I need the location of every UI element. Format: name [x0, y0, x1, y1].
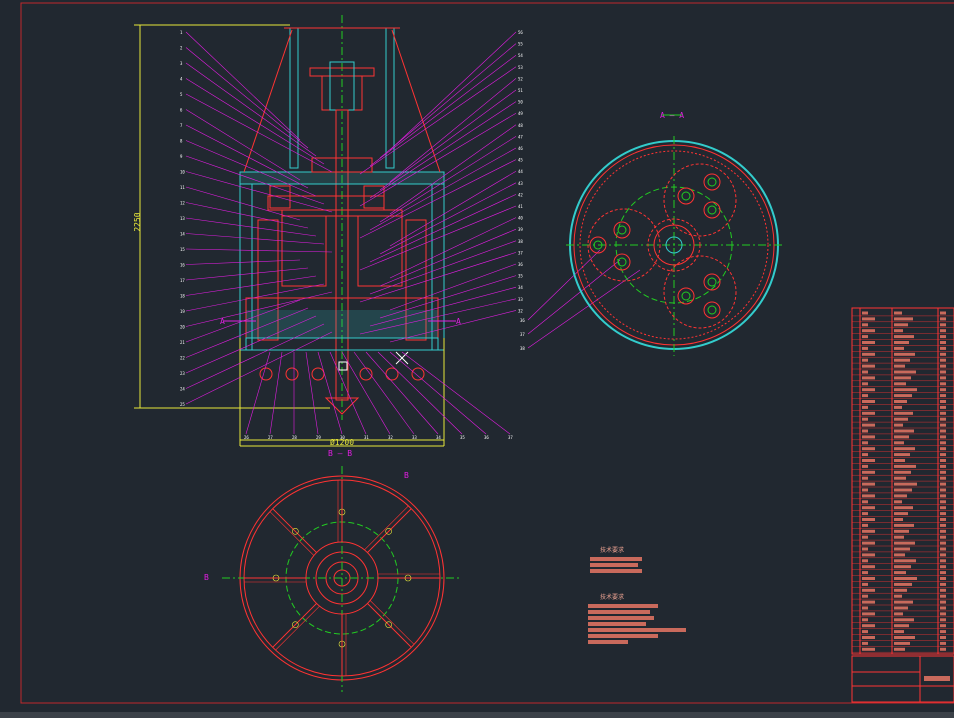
part-number-label: 40 — [518, 216, 523, 221]
part-number-label: 21 — [180, 340, 185, 345]
part-number-label: 37 — [508, 435, 513, 440]
part-number-label: 46 — [518, 146, 523, 151]
section-bb-view: B B — [204, 466, 462, 692]
part-number-label: 41 — [518, 204, 523, 209]
notes-title-1: 技术要求 — [600, 546, 624, 554]
part-number-label: 29 — [316, 435, 321, 440]
part-number-label: 32 — [518, 308, 523, 313]
part-number-label: 43 — [518, 181, 523, 186]
part-number-label: 27 — [268, 435, 273, 440]
part-number-label: 51 — [518, 88, 523, 93]
part-number-label: 49 — [518, 111, 523, 116]
part-number-label: 12 — [180, 201, 185, 206]
part-number-label: 30 — [340, 435, 345, 440]
leader-lines-bottom: 26 27 28 29 30 31 32 33 34 35 36 37 — [244, 351, 513, 440]
part-number-label: 39 — [518, 227, 523, 232]
part-number-label: 36 — [520, 318, 525, 323]
part-number-label: 23 — [180, 371, 185, 376]
part-number-label: 53 — [518, 65, 523, 70]
part-number-label: 42 — [518, 192, 523, 197]
section-aa-view: A — A — [566, 111, 784, 356]
part-number-label: 54 — [518, 53, 523, 58]
part-number-label: 22 — [180, 356, 185, 361]
part-number-label: 38 — [520, 346, 525, 351]
drawing-frame — [20, 2, 954, 704]
crosshair-cursor-icon — [338, 351, 409, 371]
part-number-label: 50 — [518, 100, 523, 105]
cut-mark-b-left: B — [204, 573, 209, 582]
part-number-label: 31 — [364, 435, 369, 440]
technical-notes: 技术要求 技术要求 — [588, 546, 686, 644]
part-number-label: 33 — [412, 435, 417, 440]
part-number-label: 56 — [518, 30, 523, 35]
part-number-label: 4 — [180, 77, 183, 82]
part-number-label: 2 — [180, 46, 183, 51]
cad-drawing-canvas[interactable]: 2250 Ø1200 A A B — B 1234567891011121314… — [0, 0, 954, 718]
part-number-label: 37 — [518, 250, 523, 255]
part-number-label: 35 — [460, 435, 465, 440]
part-number-label: 36 — [518, 262, 523, 267]
section-bb-label: B — B — [328, 449, 352, 458]
part-number-label: 3 — [180, 61, 183, 66]
dimension-height: 2250 — [133, 212, 142, 231]
part-number-label: 25 — [180, 402, 185, 407]
part-number-label: 11 — [180, 185, 185, 190]
part-number-label: 37 — [520, 332, 525, 337]
part-number-label: 35 — [518, 274, 523, 279]
part-number-label: 34 — [436, 435, 441, 440]
part-number-label: 8 — [180, 139, 183, 144]
part-number-label: 26 — [244, 435, 249, 440]
part-number-label: 32 — [388, 435, 393, 440]
part-number-label: 9 — [180, 154, 183, 159]
part-number-label: 47 — [518, 134, 523, 139]
part-number-label: 33 — [518, 297, 523, 302]
cut-mark-b-top: B — [404, 471, 409, 480]
part-number-label: 28 — [292, 435, 297, 440]
part-number-label: 48 — [518, 123, 523, 128]
part-number-label: 14 — [180, 232, 185, 237]
part-number-label: 38 — [518, 239, 523, 244]
notes-title-2: 技术要求 — [600, 593, 624, 601]
part-number-label: 17 — [180, 278, 185, 283]
part-number-label: 52 — [518, 76, 523, 81]
part-number-label: 34 — [518, 285, 523, 290]
part-number-label: 45 — [518, 158, 523, 163]
part-number-label: 18 — [180, 294, 185, 299]
part-number-label: 1 — [180, 30, 183, 35]
part-number-label: 55 — [518, 42, 523, 47]
part-number-label: 19 — [180, 309, 185, 314]
part-number-label: 10 — [180, 170, 185, 175]
part-number-label: 36 — [484, 435, 489, 440]
part-number-label: 16 — [180, 263, 185, 268]
part-number-label: 7 — [180, 123, 183, 128]
part-number-label: 5 — [180, 92, 183, 97]
part-number-label: 44 — [518, 169, 523, 174]
part-number-label: 13 — [180, 216, 185, 221]
part-number-label: 15 — [180, 247, 185, 252]
status-bar — [0, 712, 954, 718]
part-number-label: 20 — [180, 325, 185, 330]
part-number-label: 6 — [180, 108, 183, 113]
parts-list-table — [851, 307, 954, 703]
part-number-label: 24 — [180, 387, 185, 392]
